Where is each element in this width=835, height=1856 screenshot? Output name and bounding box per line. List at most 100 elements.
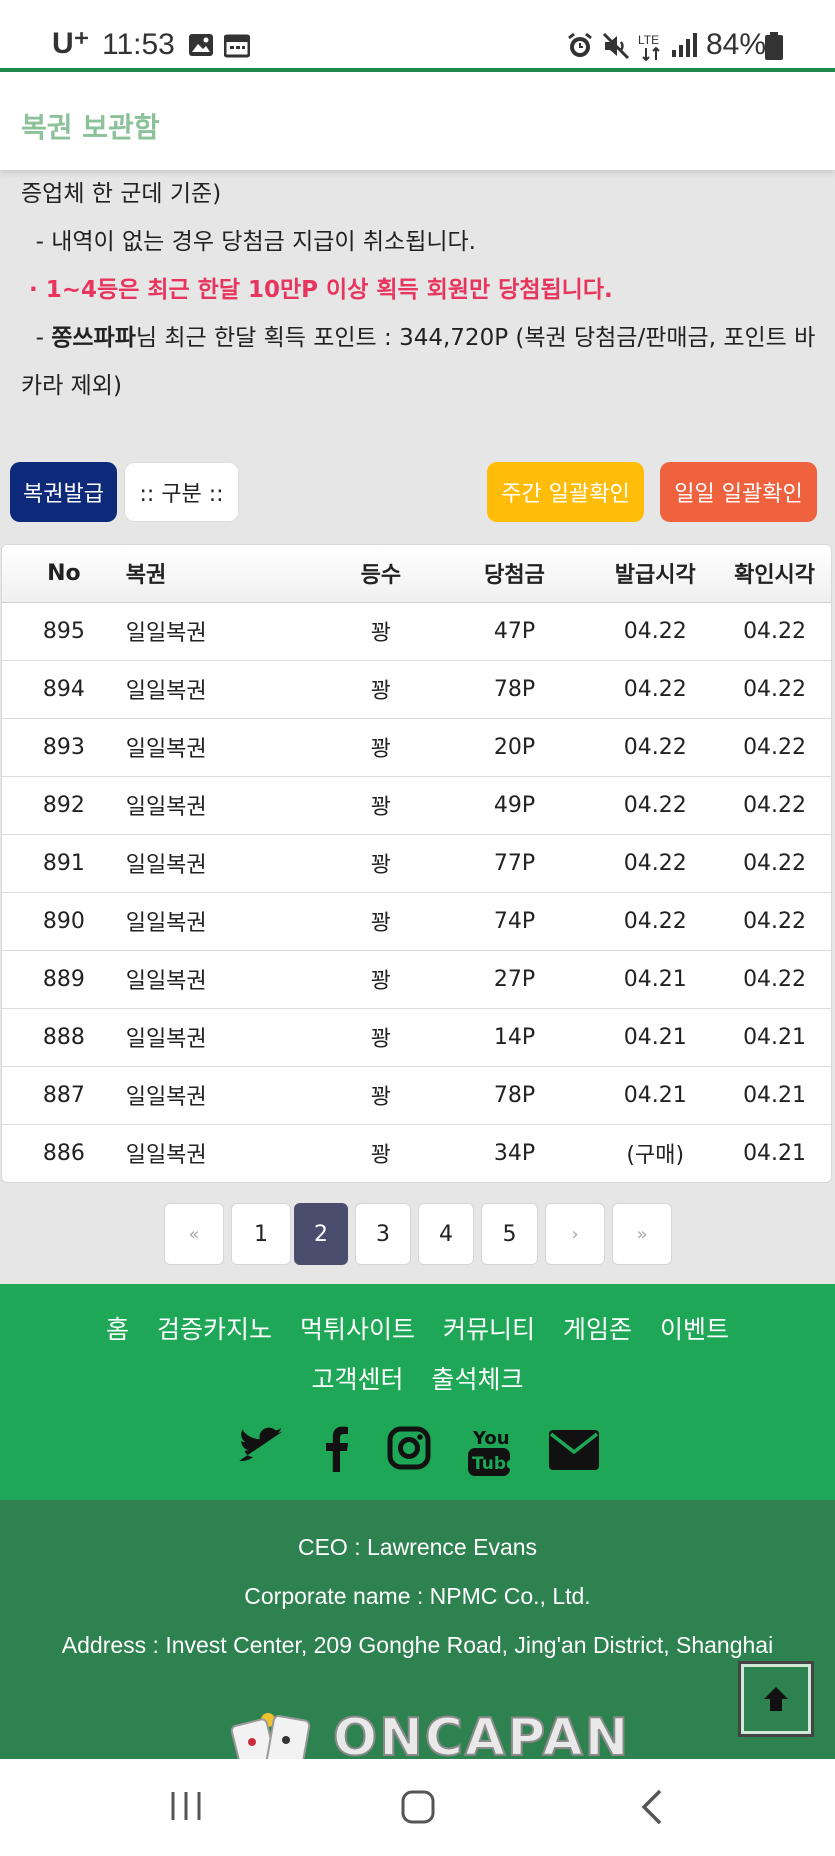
clock-time: 11:53 [102,28,175,61]
notice-prefix: - [21,325,52,351]
cell-prize: 20P [436,718,593,777]
footer-link-customer-center[interactable]: 고객센터 [311,1365,403,1394]
table-row[interactable]: 893 일일복권 꽝 20P 04.22 04.22 [2,718,831,777]
footer-link-attendance[interactable]: 출석체크 [432,1365,524,1394]
pagination: « 1 2 3 4 5 › » [0,1203,835,1265]
cell-issued-time: 04.21 [592,950,719,1009]
column-header-issued-time: 발급시각 [592,545,719,603]
cell-no: 886 [42,1140,85,1166]
next-page-button[interactable]: › [545,1203,605,1265]
svg-text:You: You [472,1428,510,1449]
cell-prize: 47P [436,602,593,661]
cell-checked-time: 04.21 [743,1140,807,1166]
mail-icon[interactable] [549,1430,599,1470]
cell-checked-time: 04.21 [718,1008,831,1067]
lte-icon: LTE [638,33,660,62]
category-select[interactable]: :: 구분 :: [124,462,239,522]
weekly-bulk-check-button[interactable]: 주간 일괄확인 [487,462,644,522]
cell-rank: 꽝 [325,1066,437,1125]
footer-link-game-zone[interactable]: 게임존 [563,1315,632,1344]
double-chevron-right-icon: » [636,1223,648,1245]
carrier-label: U⁺ [52,27,90,60]
ceo-info: CEO : Lawrence Evans [297,1534,538,1560]
cell-no: 894 [2,660,126,719]
cell-no: 891 [2,834,126,893]
last-page-button[interactable]: » [612,1203,672,1265]
cell-rank: 꽝 [325,776,437,835]
back-icon[interactable] [640,1789,664,1825]
notice-warning: · 1~4등은 최근 한달 10만P 이상 획득 회원만 당첨됩니다. [21,266,821,315]
cell-rank: 꽝 [325,602,437,661]
cell-prize: 78P [436,660,593,719]
column-header-lottery: 복권 [125,545,326,603]
cell-checked-time: 04.22 [718,834,831,893]
cell-prize: 27P [436,950,593,1009]
table-row[interactable]: 886 일일복권 꽝 34P (구매) 04.21 [2,1124,831,1182]
double-chevron-left-icon: « [188,1223,200,1245]
page-5-button[interactable]: 5 [481,1203,538,1265]
cell-rank: 꽝 [325,834,437,893]
table-row[interactable]: 894 일일복권 꽝 78P 04.22 04.22 [2,660,831,719]
youtube-icon[interactable]: You Tube [467,1426,511,1478]
username: 쫑쓰파파 [51,325,136,351]
page-2-button[interactable]: 2 [294,1203,348,1265]
page-3-button[interactable]: 3 [355,1203,411,1265]
table-row[interactable]: 890 일일복권 꽝 74P 04.22 04.22 [2,892,831,951]
cell-no: 887 [2,1066,126,1125]
table-row[interactable]: 892 일일복권 꽝 49P 04.22 04.22 [2,776,831,835]
footer-link-scam-sites[interactable]: 먹튀사이트 [300,1315,415,1344]
notice-warning-text: · 1~4등은 최근 한달 10만P 이상 획득 회원만 당첨됩니다. [21,277,613,303]
table-row[interactable]: 887 일일복권 꽝 78P 04.21 04.21 [2,1066,831,1125]
issue-lottery-button[interactable]: 복권발급 [10,462,117,522]
cell-checked-time: 04.22 [718,776,831,835]
footer-link-home[interactable]: 홈 [106,1315,129,1344]
recent-apps-icon[interactable] [168,1789,204,1823]
notice-line: 카라 제외) [21,373,122,399]
arrow-up-icon [764,1687,788,1711]
facebook-icon[interactable] [322,1426,350,1472]
page-4-button[interactable]: 4 [418,1203,474,1265]
first-page-button[interactable]: « [164,1203,224,1265]
cell-lottery-name: 일일복권 [125,602,326,661]
table-row[interactable]: 889 일일복권 꽝 27P 04.21 04.22 [2,950,831,1009]
home-icon[interactable] [400,1789,436,1825]
table-row[interactable]: 895 일일복권 꽝 47P 04.22 04.22 [2,602,831,661]
scroll-to-top-button[interactable] [738,1661,814,1737]
cell-checked-time: 04.22 [718,950,831,1009]
cell-prize: 49P [436,776,593,835]
page-1-button[interactable]: 1 [231,1203,291,1265]
column-header-checked-time: 확인시각 [718,545,831,603]
battery-icon [765,32,783,60]
cell-lottery-name: 일일복권 [125,834,326,893]
daily-bulk-check-button[interactable]: 일일 일괄확인 [660,462,817,522]
cell-rank: 꽝 [325,950,437,1009]
cell-rank: 꽝 [325,1008,437,1067]
footer-link-events[interactable]: 이벤트 [660,1315,729,1344]
footer-menu-row: 홈 검증카지노 먹튀사이트 커뮤니티 게임존 이벤트 [0,1310,835,1346]
cell-lottery-name: 일일복권 [125,718,326,777]
cell-lottery-name: 일일복권 [125,776,326,835]
column-header-prize: 당첨금 [436,545,593,603]
company-info: CEO : Lawrence Evans Corporate name : NP… [0,1500,835,1759]
cell-prize: 14P [436,1008,593,1067]
footer-link-community[interactable]: 커뮤니티 [443,1315,535,1344]
cell-no: 890 [2,892,126,951]
cell-issued-time: 04.22 [592,718,719,777]
table-row[interactable]: 888 일일복권 꽝 14P 04.21 04.21 [2,1008,831,1067]
table-row[interactable]: 891 일일복권 꽝 77P 04.22 04.22 [2,834,831,893]
cell-issued-time: 04.22 [592,834,719,893]
footer-nav: 홈 검증카지노 먹튀사이트 커뮤니티 게임존 이벤트 고객센터 출석체크 You Tube [0,1284,835,1500]
corporate-name-info: Corporate name : NPMC Co., Ltd. [244,1583,591,1609]
cell-rank: 꽝 [325,718,437,777]
chevron-right-icon: › [571,1223,579,1245]
cell-checked-time: 04.22 [718,892,831,951]
cell-issued-time: 04.22 [592,892,719,951]
battery-level: 84% [706,28,767,61]
column-header-rank: 등수 [325,545,437,603]
oncapan-logo[interactable]: ONCAPAN [332,1707,630,1759]
twitter-icon[interactable] [239,1426,283,1466]
cell-no: 889 [2,950,126,1009]
footer-link-verified-casino[interactable]: 검증카지노 [157,1315,272,1344]
table-header-row: No 복권 등수 당첨금 발급시각 확인시각 [2,545,831,603]
instagram-icon[interactable] [387,1426,431,1470]
